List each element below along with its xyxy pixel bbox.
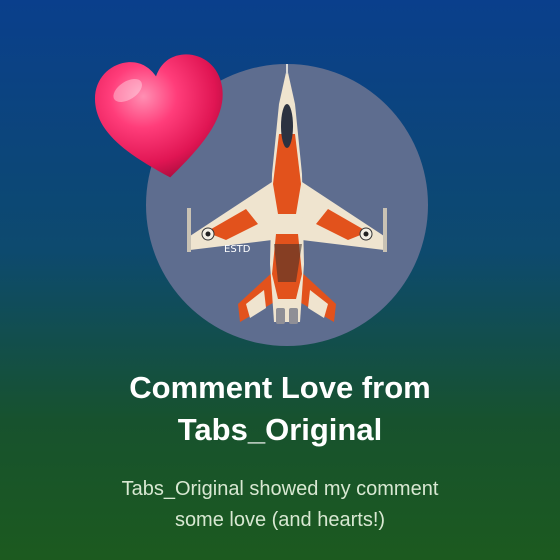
jet-marking-text: ESTD bbox=[224, 244, 251, 255]
card-title-line-1: Comment Love from bbox=[129, 370, 431, 405]
card-title-line-2: Tabs_Original bbox=[177, 412, 383, 447]
card-subtitle-line-1: Tabs_Original showed my comment bbox=[121, 478, 439, 500]
card-subtitle-line-2: some love (and hearts!) bbox=[174, 509, 386, 531]
card-title: Comment Love from Tabs_Original bbox=[0, 367, 560, 451]
card-subtitle: Tabs_Original showed my comment some lov… bbox=[0, 474, 560, 536]
heart-icon bbox=[86, 45, 239, 193]
